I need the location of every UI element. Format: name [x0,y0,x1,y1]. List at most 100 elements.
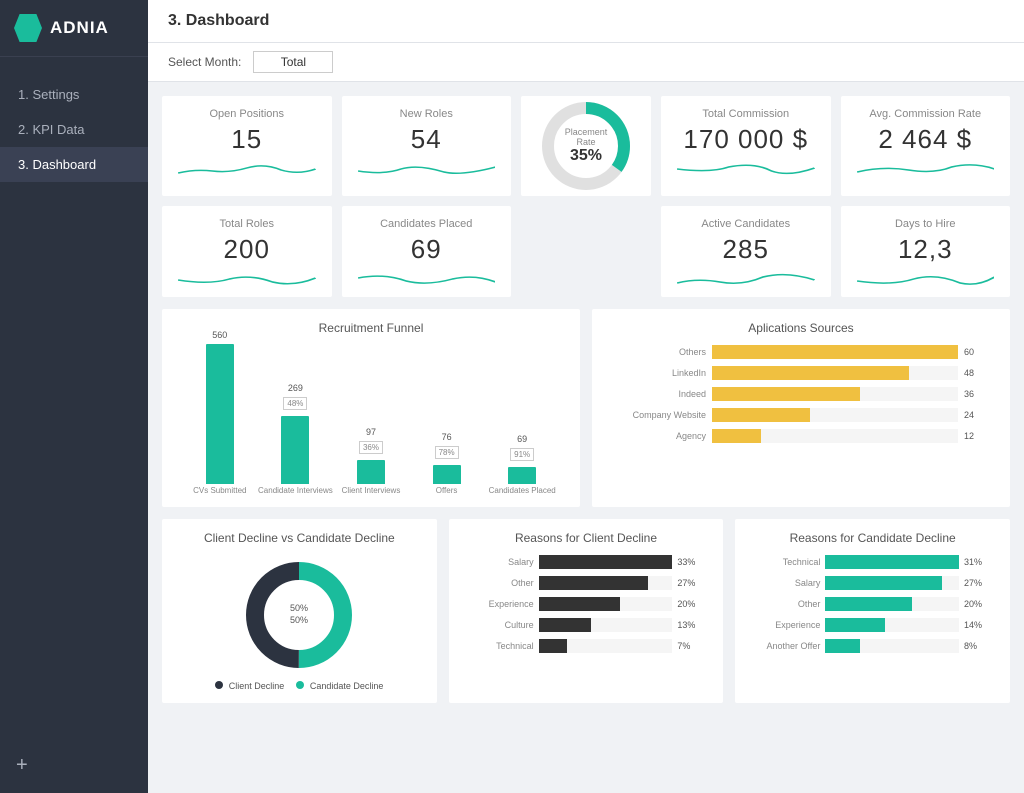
add-button[interactable]: + [0,738,148,793]
app-source-company-label: Company Website [616,410,706,420]
client-decline-other-bar [539,576,649,590]
candidate-decline-experience: Experience 14% [755,618,990,632]
app-source-linkedin-val: 48 [964,368,986,378]
kpi-open-positions-label: Open Positions [178,108,316,120]
kpi-open-positions: Open Positions 15 [162,96,332,196]
logo-text: ADNIA [50,18,109,38]
app-source-agency-bar [712,429,761,443]
candidate-decline-salary-label: Salary [755,578,820,588]
client-decline-culture-bar-wrap [539,618,673,632]
app-source-company-bar [712,408,810,422]
legend-candidate: Candidate Decline [296,681,383,691]
sidebar-item-settings[interactable]: 1. Settings [0,77,148,112]
sidebar-item-kpi[interactable]: 2. KPI Data [0,112,148,147]
sidebar-logo: ADNIA [0,0,148,57]
candidate-decline-salary: Salary 27% [755,576,990,590]
candidate-decline-dot [296,681,304,689]
kpi-total-roles-sparkline [178,269,316,289]
candidate-decline-technical-bar [825,555,959,569]
kpi-days-to-hire-sparkline [857,269,995,289]
candidate-decline-experience-bar-wrap [825,618,959,632]
app-source-agency-label: Agency [616,431,706,441]
candidate-decline-other-label: Other [755,599,820,609]
app-source-others: Others 60 [616,345,986,359]
client-decline-legend-label: Client Decline [229,681,285,691]
funnel-chart: 560 CVs Submitted 269 48% Candidate Inte… [178,345,564,495]
candidate-decline-experience-bar [825,618,885,632]
candidate-decline-title: Reasons for Candidate Decline [751,531,994,545]
client-decline-salary-bar [539,555,673,569]
app-sources-card: Aplications Sources Others 60 LinkedIn [592,309,1010,507]
funnel-interviews-val: 269 [288,383,303,393]
app-source-indeed-label: Indeed [616,389,706,399]
candidate-decline-salary-bar [825,576,941,590]
kpi-active-candidates-sparkline [677,269,815,289]
funnel-client-pct: 36% [359,441,383,454]
funnel-bar-placed: 69 91% Candidates Placed [484,434,560,495]
app-source-agency-val: 12 [964,431,986,441]
client-decline-other-label: Other [469,578,534,588]
app-source-linkedin-label: LinkedIn [616,368,706,378]
candidate-decline-experience-val: 14% [964,620,990,630]
client-decline-other-val: 27% [677,578,703,588]
client-decline-technical: Technical 7% [469,639,704,653]
kpi-avg-commission-label: Avg. Commission Rate [857,108,995,120]
funnel-client-val: 97 [366,427,376,437]
placement-rate-label: Placement Rate 35% [561,127,611,165]
client-decline-culture-val: 13% [677,620,703,630]
app-source-agency: Agency 12 [616,429,986,443]
select-month-label: Select Month: [168,55,241,69]
app-source-others-label: Others [616,347,706,357]
funnel-offers-label: Offers [436,486,458,495]
funnel-placed-val: 69 [517,434,527,444]
kpi-active-candidates-value: 285 [677,234,815,265]
candidate-decline-technical-label: Technical [755,557,820,567]
client-decline-culture-bar [539,618,591,632]
funnel-bar-cvs: 560 CVs Submitted [182,330,258,495]
client-decline-experience-bar [539,597,621,611]
candidate-decline-another-offer-val: 8% [964,641,990,651]
kpi-total-commission-sparkline [677,159,815,179]
candidate-decline-technical-val: 31% [964,557,990,567]
candidate-decline-technical: Technical 31% [755,555,990,569]
kpi-total-roles-value: 200 [178,234,316,265]
kpi-candidates-placed-label: Candidates Placed [358,218,496,230]
kpi-avg-commission-value: 2 464 $ [857,124,995,155]
month-selector[interactable]: Total [253,51,333,73]
kpi-open-positions-value: 15 [178,124,316,155]
placement-donut: Placement Rate 35% [536,96,636,196]
candidate-decline-experience-label: Experience [755,620,820,630]
client-vs-candidate-card: Client Decline vs Candidate Decline 50% … [162,519,437,703]
client-decline-technical-label: Technical [469,641,534,651]
candidate-decline-another-offer-bar [825,639,860,653]
app-sources-title: Aplications Sources [608,321,994,335]
app-source-others-bar [712,345,958,359]
candidate-decline-another-offer-label: Another Offer [755,641,820,651]
candidate-decline-salary-bar-wrap [825,576,959,590]
funnel-placed-label: Candidates Placed [489,486,556,495]
funnel-client-label: Client Interviews [342,486,401,495]
filter-bar: Select Month: Total [148,43,1024,82]
app-source-agency-bar-wrap [712,429,958,443]
candidate-decline-other-val: 20% [964,599,990,609]
funnel-cvs-label: CVs Submitted [193,486,246,495]
kpi-new-roles-sparkline [358,159,496,179]
placement-rate-sublabel: Placement Rate [561,127,611,147]
candidate-decline-other-bar [825,597,912,611]
kpi-new-roles-value: 54 [358,124,496,155]
candidate-decline-salary-val: 27% [964,578,990,588]
kpi-days-to-hire-label: Days to Hire [857,218,995,230]
svg-text:50%: 50% [290,603,308,613]
funnel-bar-interviews-bar [281,416,309,484]
funnel-bar-placed-bar [508,467,536,484]
candidate-decline-legend-label: Candidate Decline [310,681,384,691]
candidate-decline-chart: Technical 31% Salary 27% [751,555,994,653]
legend-client: Client Decline [215,681,284,691]
placement-rate-value: 35% [570,147,602,164]
app-source-indeed-bar-wrap [712,387,958,401]
sidebar-item-dashboard[interactable]: 3. Dashboard [0,147,148,182]
client-decline-card: Reasons for Client Decline Salary 33% Ot… [449,519,724,703]
funnel-placed-pct: 91% [510,448,534,461]
kpi-total-commission-value: 170 000 $ [677,124,815,155]
client-decline-technical-bar [539,639,567,653]
